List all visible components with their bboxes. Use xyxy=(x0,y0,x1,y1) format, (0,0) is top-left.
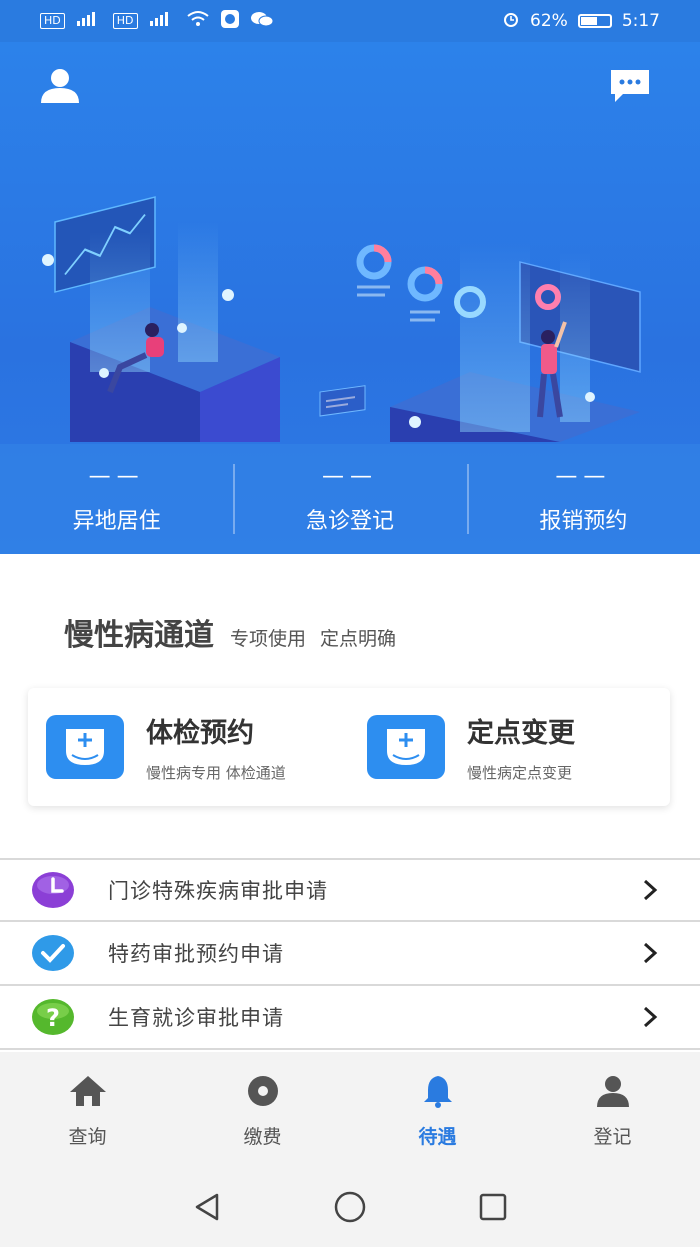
card-title: 定点变更 xyxy=(467,718,575,749)
battery-fill xyxy=(580,17,598,25)
nav-label: 登记 xyxy=(593,1125,632,1148)
quick-link-value: —— xyxy=(555,463,612,489)
list-item-special-drug[interactable]: 特药审批预约申请 xyxy=(0,922,700,986)
recents-square-icon[interactable] xyxy=(477,1191,509,1227)
card-designated-change[interactable]: 定点变更 慢性病定点变更 xyxy=(349,688,670,806)
signal-icon xyxy=(75,11,103,32)
status-bar: HD HD 62% 5:17 xyxy=(0,0,700,42)
app-notify-icon xyxy=(220,9,240,34)
card-desc: 慢性病专用 体检通道 xyxy=(146,764,286,782)
medical-bag-icon xyxy=(367,715,445,779)
nav-label: 查询 xyxy=(68,1125,107,1148)
nav-benefits[interactable]: 待遇 xyxy=(350,1052,525,1170)
check-icon xyxy=(30,933,76,973)
wifi-icon xyxy=(186,10,210,33)
svg-text:?: ? xyxy=(46,1004,60,1032)
quick-link-label: 异地居住 xyxy=(72,508,161,534)
list-item-label: 特药审批预约申请 xyxy=(108,942,284,966)
nav-query[interactable]: 查询 xyxy=(0,1052,175,1170)
battery-percent: 62% xyxy=(530,11,568,31)
section-subtitle: 专项使用 定点明确 xyxy=(230,628,397,650)
hero-illustration xyxy=(42,196,641,442)
back-icon[interactable] xyxy=(191,1191,223,1227)
card-desc: 慢性病定点变更 xyxy=(467,764,573,782)
disc-icon xyxy=(243,1074,283,1112)
clock-icon xyxy=(30,870,76,910)
list-item-label: 生育就诊审批申请 xyxy=(108,1006,284,1030)
home-icon xyxy=(68,1074,108,1112)
list-item-maternity[interactable]: ? 生育就诊审批申请 xyxy=(0,986,700,1050)
message-icon[interactable] xyxy=(608,64,652,108)
service-cards: 体检预约 慢性病专用 体检通道 定点变更 慢性病定点变更 xyxy=(28,688,670,806)
status-left: HD HD xyxy=(40,9,274,34)
card-text: 体检预约 慢性病专用 体检通道 xyxy=(146,711,286,783)
section-title: 慢性病通道 xyxy=(64,618,214,653)
clock-time: 5:17 xyxy=(621,11,660,31)
quick-link-label: 急诊登记 xyxy=(305,508,394,534)
app-screen: HD HD 62% 5:17 —— 异地居住 —— 急诊登记 —— 报销预约 慢… xyxy=(0,0,700,1247)
status-right: 62% 5:17 xyxy=(502,10,660,33)
card-text: 定点变更 慢性病定点变更 xyxy=(467,711,575,783)
quick-link-emergency[interactable]: —— 急诊登记 xyxy=(233,444,466,554)
bottom-nav: 查询 缴费 待遇 登记 xyxy=(0,1052,700,1170)
quick-links-bar: —— 异地居住 —— 急诊登记 —— 报销预约 xyxy=(0,444,700,554)
card-title: 体检预约 xyxy=(146,718,254,749)
wechat-icon xyxy=(250,10,274,33)
section-header: 慢性病通道 专项使用 定点明确 xyxy=(64,610,396,654)
card-checkup-booking[interactable]: 体检预约 慢性病专用 体检通道 xyxy=(28,688,349,806)
nav-label: 缴费 xyxy=(243,1125,282,1148)
hd-badge-2: HD xyxy=(112,13,138,29)
nav-register[interactable]: 登记 xyxy=(525,1052,700,1170)
list-item-outpatient-special[interactable]: 门诊特殊疾病审批申请 xyxy=(0,858,700,922)
question-icon: ? xyxy=(30,997,76,1037)
nav-label: 待遇 xyxy=(418,1125,457,1148)
home-circle-icon[interactable] xyxy=(333,1190,367,1228)
signal-icon-2 xyxy=(148,11,176,32)
user-icon xyxy=(593,1074,633,1112)
profile-icon[interactable] xyxy=(38,64,82,108)
quick-link-value: —— xyxy=(321,463,378,489)
quick-link-remote-residence[interactable]: —— 异地居住 xyxy=(0,444,233,554)
nav-payment[interactable]: 缴费 xyxy=(175,1052,350,1170)
battery-icon xyxy=(577,14,612,28)
quick-link-label: 报销预约 xyxy=(539,508,628,534)
quick-link-reimbursement[interactable]: —— 报销预约 xyxy=(466,444,700,554)
application-list: 门诊特殊疾病审批申请 特药审批预约申请 ? 生育就诊审批申请 xyxy=(0,858,700,1050)
hero-banner: —— 异地居住 —— 急诊登记 —— 报销预约 xyxy=(0,42,700,554)
list-item-label: 门诊特殊疾病审批申请 xyxy=(108,879,328,903)
system-nav-bar xyxy=(0,1170,700,1247)
quick-link-value: —— xyxy=(88,463,145,489)
chevron-right-icon xyxy=(640,941,660,965)
chevron-right-icon xyxy=(640,1005,660,1029)
bell-icon xyxy=(418,1074,458,1112)
chevron-right-icon xyxy=(640,878,660,902)
hd-badge: HD xyxy=(40,13,65,29)
alarm-icon xyxy=(502,10,520,33)
medical-bag-icon xyxy=(46,715,124,779)
